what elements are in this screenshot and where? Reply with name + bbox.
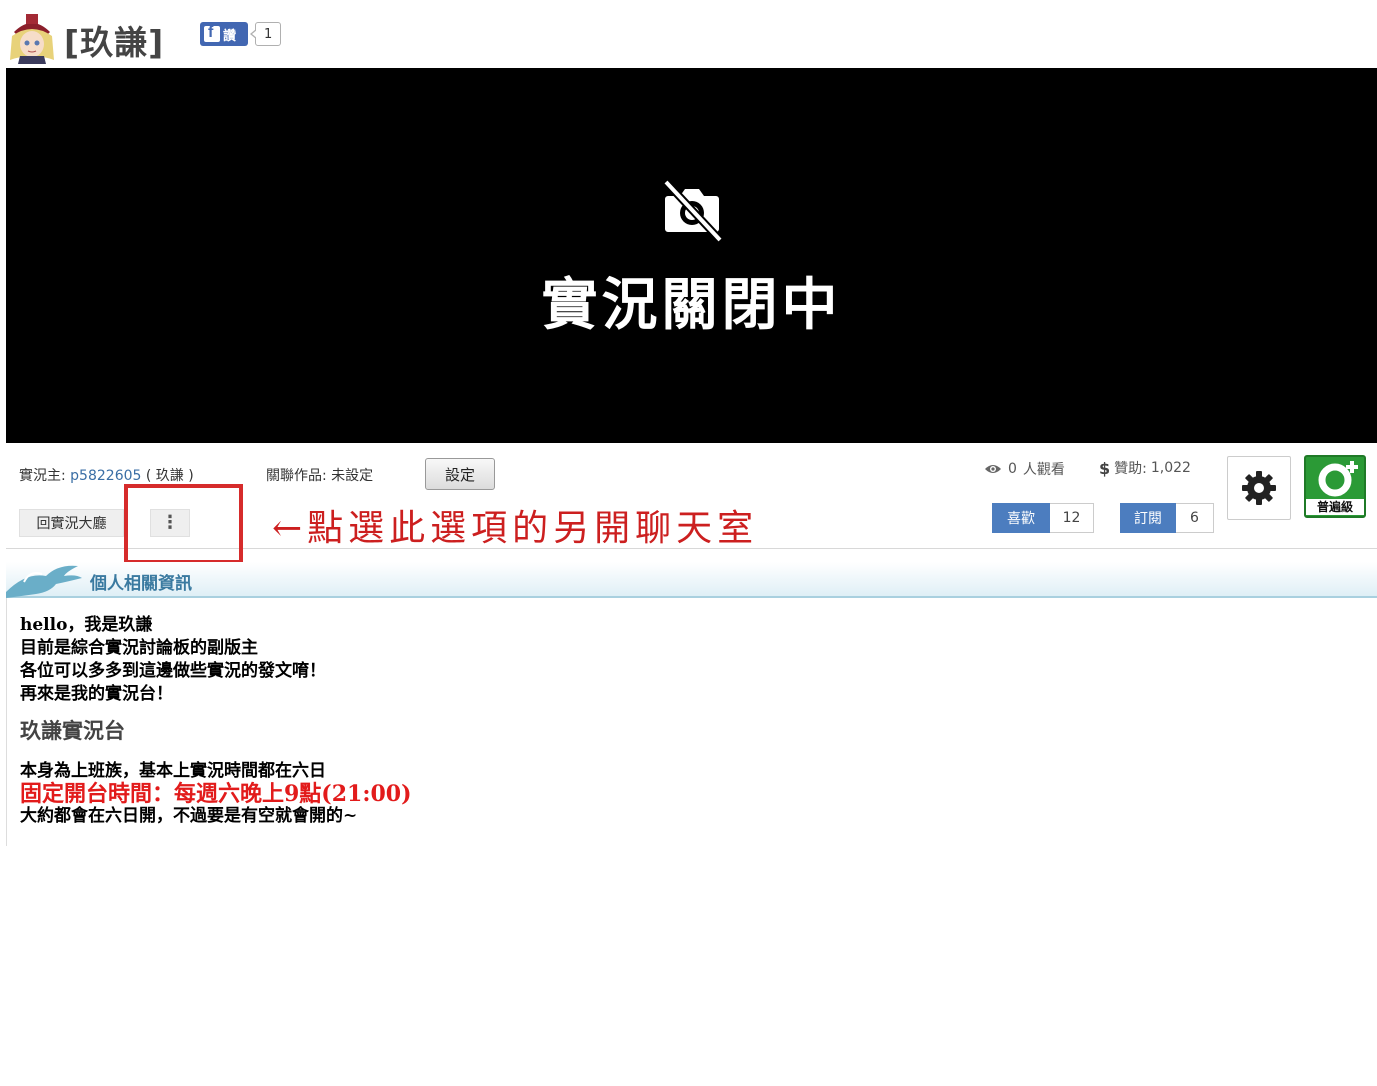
related-work: 關聯作品: 未設定 [266,465,373,485]
profile-line: 再來是我的實況台！ [20,684,173,704]
related-work-label: 關聯作品: [266,468,327,484]
dragon-icon [6,565,82,598]
profile-line: 各位可以多多到這邊做些實況的發文唷！ [20,661,326,681]
facebook-like-widget[interactable]: 讚 1 [200,22,282,46]
like-group: 喜歡 12 [992,503,1094,533]
section-header: 個人相關資訊 [6,562,1377,598]
viewer-count-label: 人觀看 [1022,462,1065,478]
subscribe-count: 6 [1176,503,1214,533]
profile-subtitle: 玖謙實況台 [20,718,125,743]
channel-header: [玖謙] 讚 1 [6,8,506,66]
rating-general-icon [1318,461,1358,497]
profile-spacer [20,746,411,760]
facebook-like-count: 1 [249,22,282,46]
subscribe-button[interactable]: 訂閱 [1120,503,1176,533]
profile-content: hello，我是玖謙 目前是綜合實況討論板的副版主 各位可以多多到這邊做些實況的… [20,614,411,828]
eye-icon [985,465,1001,473]
viewer-count-value: 0 [1008,461,1017,477]
schedule-note: 大約都會在六日開，不過要是有空就會開的~ [20,806,358,826]
streamer-info: 實況主: p5822605 ( 玖謙 ) [19,465,194,485]
schedule-fixed-time: 固定開台時間：每週六晚上9點(21:00) [20,781,412,807]
facebook-like-label: 讚 [223,28,237,44]
sponsor-info: $ 贊助: 1,022 [1099,458,1191,478]
channel-title: [玖謙] [64,23,165,62]
annotation-highlight-box [124,484,243,564]
section-divider [6,598,7,846]
like-count: 12 [1050,503,1094,533]
streamer-name: ( 玖謙 ) [145,468,194,484]
settings-button[interactable]: 設定 [425,458,495,490]
streamer-avatar[interactable] [6,12,58,64]
gear-button[interactable] [1227,456,1291,520]
camera-off-icon [658,176,726,244]
facebook-icon [204,24,220,42]
profile-line: 目前是綜合實況討論板的副版主 [20,638,258,658]
like-button[interactable]: 喜歡 [992,503,1050,533]
streamer-label: 實況主: [19,468,66,484]
streamer-id-link[interactable]: p5822605 [70,468,141,484]
annotation-text: ←點選此選項的另開聊天室 [272,508,759,549]
sponsor-label: 贊助: [1114,461,1147,477]
subscribe-group: 訂閱 6 [1120,503,1214,533]
section-title: 個人相關資訊 [90,574,192,594]
rating-badge: 普遍級 [1304,455,1366,518]
dollar-icon: $ [1099,458,1111,478]
gear-icon [1242,471,1276,505]
profile-line: hello，我是玖謙 [20,615,153,635]
related-work-value: 未設定 [331,468,374,484]
rating-label: 普遍級 [1306,499,1364,515]
facebook-like-button[interactable]: 讚 [200,22,248,46]
back-to-lobby-button[interactable]: 回實況大廳 [19,509,124,537]
sponsor-value: 1,022 [1150,460,1191,476]
schedule-intro: 本身為上班族，基本上實況時間都在六日 [20,761,326,781]
viewer-count: 0 人觀看 [984,459,1065,479]
stream-info-bar: 實況主: p5822605 ( 玖謙 ) 關聯作品: 未設定 設定 回實況大廳 … [6,443,1377,564]
video-player[interactable]: 實況關閉中 [6,68,1377,443]
stream-offline-text: 實況關閉中 [541,273,842,338]
